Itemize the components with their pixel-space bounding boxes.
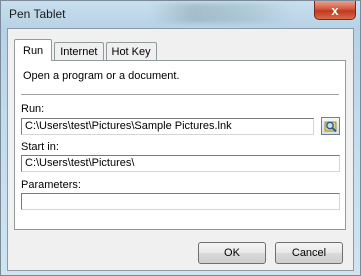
run-input[interactable]: C:\Users\test\Pictures\Sample Pictures.l… <box>21 118 314 135</box>
tab-run[interactable]: Run <box>14 39 53 61</box>
start-in-input[interactable]: C:\Users\test\Pictures\ <box>21 155 340 172</box>
parameters-label: Parameters: <box>21 179 81 191</box>
tab-strip: Run Internet Hot Key <box>14 39 159 61</box>
cancel-button[interactable]: Cancel <box>275 242 343 264</box>
window-title: Pen Tablet <box>9 7 66 21</box>
run-description: Open a program or a document. <box>23 70 180 82</box>
start-in-label: Start in: <box>21 141 59 153</box>
section-divider <box>21 94 339 96</box>
pen-tablet-dialog: Pen Tablet x Run Internet Hot Key Open a… <box>0 0 361 276</box>
close-button[interactable]: x <box>314 1 356 20</box>
title-bar-glass <box>151 3 291 23</box>
magnifier-browse-icon <box>324 121 337 133</box>
dialog-client-area: Run Internet Hot Key Open a program or a… <box>7 28 354 271</box>
browse-button[interactable] <box>321 117 340 135</box>
title-bar[interactable]: Pen Tablet x <box>1 1 360 28</box>
tab-hot-key[interactable]: Hot Key <box>105 42 157 61</box>
ok-button[interactable]: OK <box>198 242 266 264</box>
close-icon: x <box>331 2 339 18</box>
parameters-input[interactable] <box>21 193 340 210</box>
run-label: Run: <box>21 103 45 115</box>
run-tab-panel: Open a program or a document. Run: C:\Us… <box>14 60 346 230</box>
tab-internet[interactable]: Internet <box>54 42 104 61</box>
